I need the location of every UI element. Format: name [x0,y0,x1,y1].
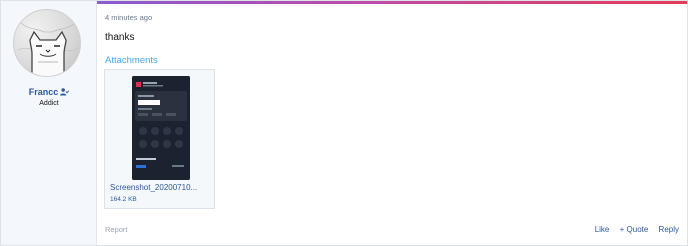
forum-post: Francc Addict 4 minutes ago thanks Attac… [0,0,688,246]
like-button[interactable]: Like [595,225,610,234]
cat-avatar-icon [17,21,79,76]
app-screenshot-image [132,76,190,180]
attachment-size: 164.2 KB [110,196,137,203]
post-accent-bar [97,1,687,4]
user-check-icon [60,88,70,96]
post-message: thanks [105,32,135,43]
username[interactable]: Francc [1,87,97,97]
user-info-column: Francc Addict [1,1,97,245]
user-avatar[interactable] [13,9,81,77]
attachments-heading: Attachments [105,55,158,66]
quote-button[interactable]: + Quote [620,225,649,234]
post-timestamp[interactable]: 4 minutes ago [105,13,152,22]
report-link[interactable]: Report [105,225,128,234]
attachment-filename[interactable]: Screenshot_20200710... [110,183,214,192]
user-title: Addict [39,100,59,107]
reply-button[interactable]: Reply [659,225,679,234]
post-actions: Like + Quote Reply [587,225,679,234]
username-label[interactable]: Francc [29,87,59,97]
attachment-card[interactable]: Screenshot_20200710... 164.2 KB [104,69,215,209]
attachment-thumbnail[interactable] [132,76,190,180]
